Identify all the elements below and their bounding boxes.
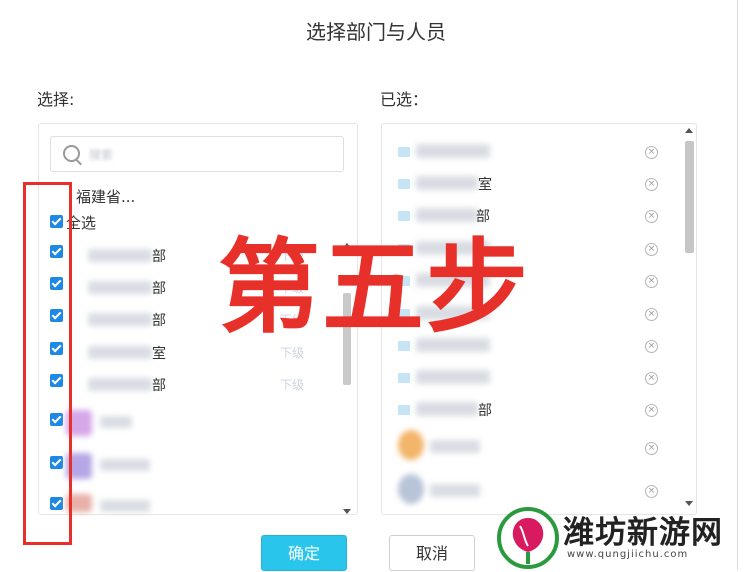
remove-icon[interactable]: × <box>645 243 658 256</box>
search-icon <box>63 145 80 162</box>
search-placeholder: 搜索 <box>89 148 114 162</box>
redacted-name <box>416 402 478 416</box>
redacted-name <box>416 208 478 222</box>
remove-icon[interactable]: × <box>645 275 658 288</box>
redacted-name <box>88 346 152 359</box>
folder-icon <box>398 405 410 415</box>
item-suffix: 部 <box>152 378 166 394</box>
redacted-name <box>416 176 478 190</box>
redacted-name <box>88 281 152 294</box>
search-input[interactable]: 搜索 <box>50 136 344 172</box>
redacted-name <box>430 440 480 453</box>
folder-icon <box>398 147 410 157</box>
breadcrumb[interactable]: 福建省... <box>76 186 135 207</box>
folder-icon <box>398 211 410 221</box>
remove-icon[interactable]: × <box>645 340 658 353</box>
watermark-url: www.qungjiichu.com <box>567 549 689 560</box>
list-item[interactable] <box>38 453 338 485</box>
redacted-name <box>88 378 152 391</box>
sub-level-link[interactable]: 下级 <box>280 376 304 393</box>
list-item[interactable] <box>38 494 338 526</box>
confirm-button[interactable]: 确定 <box>261 535 347 571</box>
right-scrollbar-thumb[interactable] <box>685 141 694 253</box>
remove-icon[interactable]: × <box>645 146 658 159</box>
redacted-name <box>88 249 152 262</box>
remove-icon[interactable]: × <box>645 178 658 191</box>
selected-item-suffix: 部 <box>476 209 490 225</box>
avatar <box>398 430 424 460</box>
item-suffix: 室 <box>152 346 166 362</box>
item-suffix: 部 <box>152 249 166 265</box>
watermark-logo-icon <box>497 507 559 569</box>
item-suffix: 部 <box>152 313 166 329</box>
remove-icon[interactable]: × <box>645 210 658 223</box>
remove-icon[interactable]: × <box>645 308 658 321</box>
redacted-name <box>100 500 150 512</box>
redacted-name <box>100 416 132 428</box>
dialog-edge <box>737 0 738 570</box>
remove-icon[interactable]: × <box>645 485 658 498</box>
scroll-up-arrow[interactable] <box>685 128 693 133</box>
step-annotation: 第五步 <box>218 229 530 348</box>
cancel-button[interactable]: 取消 <box>389 535 475 571</box>
select-label: 选择: <box>37 90 75 109</box>
avatar <box>398 474 424 504</box>
watermark-name: 潍坊新游网 <box>563 515 723 551</box>
redacted-name <box>416 370 490 384</box>
item-suffix: 部 <box>152 281 166 297</box>
selected-item-suffix: 部 <box>478 403 492 419</box>
checkbox-highlight-frame <box>23 182 72 545</box>
dialog-title: 选择部门与人员 <box>306 20 446 44</box>
redacted-name <box>416 144 490 158</box>
folder-icon <box>398 179 410 189</box>
redacted-name <box>88 313 152 326</box>
redacted-name <box>100 459 150 471</box>
redacted-name <box>430 484 480 497</box>
remove-icon[interactable]: × <box>645 442 658 455</box>
remove-icon[interactable]: × <box>645 372 658 385</box>
remove-icon[interactable]: × <box>645 404 658 417</box>
list-item[interactable] <box>38 410 338 442</box>
list-item[interactable]: 部 下级 <box>38 372 338 404</box>
scroll-down-arrow[interactable] <box>685 501 693 506</box>
selected-label: 已选： <box>380 90 429 109</box>
folder-icon <box>398 373 410 383</box>
scroll-down-arrow[interactable] <box>343 509 351 514</box>
selected-item-suffix: 室 <box>478 177 492 193</box>
